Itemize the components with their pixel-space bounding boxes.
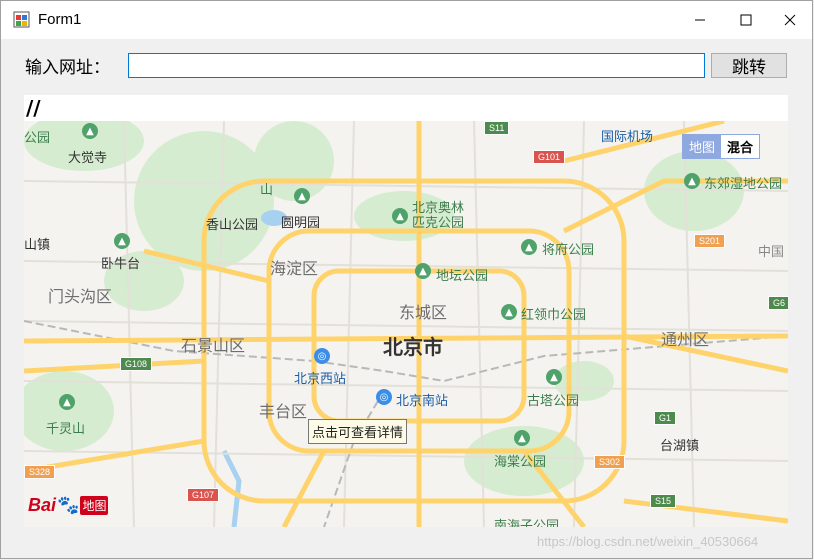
main-window: Form1 输入网址： 跳转 // 海淀区 东城区 石景山区 丰台区 通州区 门… xyxy=(0,0,813,559)
map-view[interactable]: 海淀区 东城区 石景山区 丰台区 通州区 门头沟区 北京市 公园 ▲ 大觉寺 香… xyxy=(24,121,788,527)
poi-label: 卧牛台 xyxy=(101,257,141,272)
park-icon: ▲ xyxy=(546,369,562,385)
minimize-icon xyxy=(695,19,705,21)
poi-label: 北京西站 xyxy=(294,372,347,387)
district-label: 门头沟区 xyxy=(48,287,113,306)
baidu-map-logo[interactable]: Bai 🐾 地图 xyxy=(28,495,109,516)
app-icon xyxy=(13,11,30,28)
map-type-map-button[interactable]: 地图 xyxy=(683,135,722,158)
highway-shield: G6 xyxy=(768,296,788,310)
poi-label: 红领巾公园 xyxy=(521,308,587,323)
district-label: 石景山区 xyxy=(181,336,246,355)
poi-label: 北京奥林匹克公园 xyxy=(412,201,465,231)
park-icon: ▲ xyxy=(415,263,431,279)
poi-label: 圆明园 xyxy=(281,216,321,231)
poi-label: 南海子公园 xyxy=(494,519,560,527)
park-icon: ▲ xyxy=(59,394,75,410)
url-input[interactable] xyxy=(128,53,705,78)
park-icon: ▲ xyxy=(684,173,700,189)
highway-shield: G107 xyxy=(187,488,220,502)
poi-label: 将府公园 xyxy=(542,243,595,258)
poi-label: 东郊湿地公园 xyxy=(704,177,783,192)
highway-shield: S15 xyxy=(650,494,677,508)
url-label: 输入网址： xyxy=(25,58,110,78)
park-icon: ▲ xyxy=(501,304,517,320)
district-label: 丰台区 xyxy=(259,402,308,421)
maximize-icon xyxy=(740,14,752,26)
highway-shield: G101 xyxy=(533,150,566,164)
poi-label: 香山公园 xyxy=(206,218,259,233)
park-icon: ▲ xyxy=(114,233,130,249)
logo-brand: Bai xyxy=(28,495,57,515)
map-canvas xyxy=(24,121,788,527)
park-icon: ▲ xyxy=(294,188,310,204)
park-icon: ▲ xyxy=(82,123,98,139)
title-bar[interactable]: Form1 xyxy=(1,1,812,39)
paw-icon: 🐾 xyxy=(57,495,80,515)
poi-label: 古塔公园 xyxy=(527,394,580,409)
map-tooltip: 点击可查看详情 xyxy=(308,419,408,444)
park-icon: ▲ xyxy=(392,208,408,224)
maximize-button[interactable] xyxy=(723,1,769,39)
poi-label: 千灵山 xyxy=(46,422,86,437)
city-label: 北京市 xyxy=(383,335,443,359)
poi-label: 北京南站 xyxy=(396,394,449,409)
highway-shield: G108 xyxy=(120,357,153,371)
station-icon: ◎ xyxy=(376,389,392,405)
highway-shield: S302 xyxy=(594,455,626,469)
highway-shield: S11 xyxy=(484,121,510,135)
map-type-hybrid-button[interactable]: 混合 xyxy=(721,135,760,158)
highway-shield: G1 xyxy=(654,411,677,425)
park-icon: ▲ xyxy=(521,239,537,255)
poi-label: 地坛公园 xyxy=(436,269,489,284)
watermark: https://blog.csdn.net/weixin_40530664 xyxy=(537,534,759,549)
map-type-switch: 地图 混合 xyxy=(682,134,761,159)
status-text: // xyxy=(24,95,788,121)
close-icon xyxy=(784,14,796,26)
district-label: 海淀区 xyxy=(270,259,319,278)
window-title: Form1 xyxy=(38,11,82,28)
close-button[interactable] xyxy=(767,1,813,39)
poi-label: 台湖镇 xyxy=(660,439,700,454)
station-icon: ◎ xyxy=(314,348,330,364)
go-button[interactable]: 跳转 xyxy=(711,53,787,78)
district-label: 通州区 xyxy=(661,330,710,349)
highway-shield: S201 xyxy=(694,234,726,248)
poi-label: 山镇 xyxy=(24,238,51,253)
logo-suffix: 地图 xyxy=(80,496,109,515)
poi-label: 海棠公园 xyxy=(494,455,547,470)
poi-label: 国际机场 xyxy=(601,130,654,145)
poi-label: 公园 xyxy=(24,131,51,146)
poi-label: 中国 xyxy=(758,245,785,260)
poi-label: 山 xyxy=(260,183,274,198)
highway-shield: S328 xyxy=(24,465,56,479)
park-icon: ▲ xyxy=(514,430,530,446)
poi-label: 大觉寺 xyxy=(68,151,108,166)
district-label: 东城区 xyxy=(399,303,448,322)
minimize-button[interactable] xyxy=(677,1,723,39)
